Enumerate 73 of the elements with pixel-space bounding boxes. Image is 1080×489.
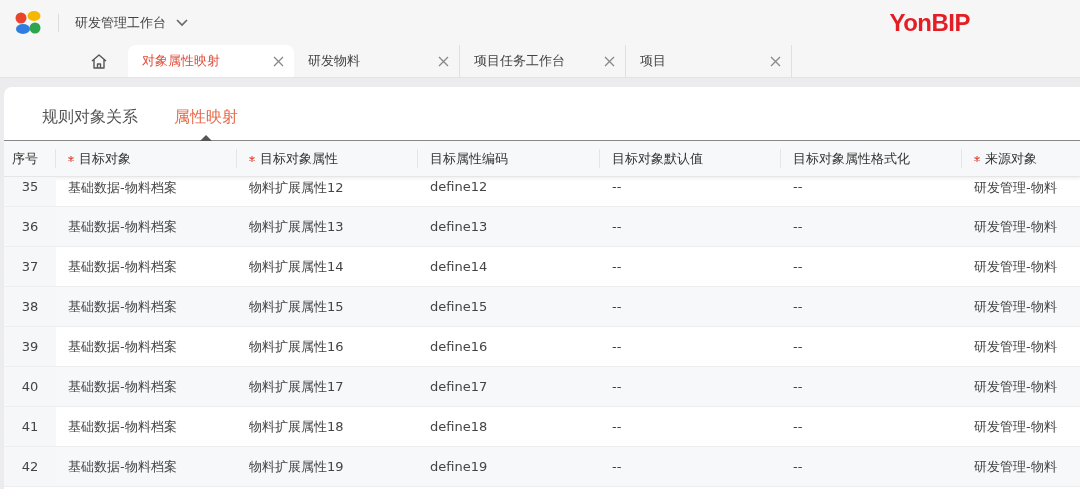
table-cell-text: 物料扩展属性18 <box>248 417 345 436</box>
column-header: 目标对象属性 <box>260 149 338 168</box>
table-cell-text: -- <box>611 258 623 276</box>
table-cell-text: -- <box>611 178 623 196</box>
table-cell-text: 物料扩展属性15 <box>248 297 345 316</box>
table-cell-text: 基础数据-物料档案 <box>67 457 178 476</box>
table-cell-text: 基础数据-物料档案 <box>67 179 178 197</box>
table-cell-text: -- <box>792 298 804 316</box>
table-cell-text: 研发管理-物料 <box>973 297 1058 316</box>
app-logo-icon[interactable] <box>14 9 42 36</box>
table-cell-text: define12 <box>429 178 489 196</box>
close-icon[interactable] <box>273 55 284 67</box>
home-icon <box>90 52 108 70</box>
page-tab[interactable]: 项目任务工作台 <box>460 45 626 77</box>
table-cell-text: -- <box>611 418 623 436</box>
table-cell-text: 基础数据-物料档案 <box>67 377 178 396</box>
table-cell-text: define17 <box>429 378 489 396</box>
table-cell-text: 研发管理-物料 <box>973 217 1058 236</box>
table-cell-text: 研发管理-物料 <box>973 337 1058 356</box>
table-cell-text: define16 <box>429 338 489 356</box>
table-cell-text: 研发管理-物料 <box>973 257 1058 276</box>
close-icon[interactable] <box>438 55 449 67</box>
table-cell-text: -- <box>792 218 804 236</box>
table-cell-text: define15 <box>429 298 489 316</box>
table-cell-text: 研发管理-物料 <box>973 377 1058 396</box>
table-cell-text: define13 <box>429 218 489 236</box>
table-cell-text: -- <box>611 378 623 396</box>
table-cell-text: 物料扩展属性12 <box>248 179 345 197</box>
column-header: 来源对象 <box>985 149 1037 168</box>
row-number: 35 <box>4 177 56 206</box>
table-cell-text: 物料扩展属性13 <box>248 217 345 236</box>
row-number: 39 <box>4 327 56 366</box>
table-cell-text: -- <box>611 218 623 236</box>
column-header: 目标对象属性格式化 <box>793 149 910 168</box>
table-cell-text: define18 <box>429 418 489 436</box>
page-tab[interactable]: 研发物料 <box>294 45 460 77</box>
brand-logo: YonBIP <box>889 8 970 37</box>
table-cell-text: 基础数据-物料档案 <box>67 257 178 276</box>
page-tab[interactable]: 对象属性映射 <box>128 45 294 77</box>
table-cell-text: define14 <box>429 258 489 276</box>
close-icon[interactable] <box>770 55 781 67</box>
table-cell-text: -- <box>611 298 623 316</box>
table-cell-text: define19 <box>429 458 489 476</box>
column-header: 目标对象默认值 <box>612 149 703 168</box>
column-header: 序号 <box>12 149 38 168</box>
table-cell-text: -- <box>611 458 623 476</box>
page-tab[interactable]: 项目 <box>626 45 792 77</box>
table-cell-text: 物料扩展属性17 <box>248 377 345 396</box>
workspace-title[interactable]: 研发管理工作台 <box>75 13 166 32</box>
table-cell-text: 基础数据-物料档案 <box>67 217 178 236</box>
table-cell-text: 物料扩展属性16 <box>248 337 345 356</box>
column-header: 目标属性编码 <box>430 149 508 168</box>
table-cell-text: 研发管理-物料 <box>973 417 1058 436</box>
table-cell-text: 物料扩展属性19 <box>248 457 345 476</box>
table-cell-text: 基础数据-物料档案 <box>67 417 178 436</box>
table-cell-text: -- <box>792 178 804 196</box>
row-number: 41 <box>4 407 56 446</box>
column-header: 目标对象 <box>79 149 131 168</box>
table-cell-text: 研发管理-物料 <box>973 179 1058 197</box>
table-cell-text: -- <box>792 338 804 356</box>
close-icon[interactable] <box>604 55 615 67</box>
table-cell-text: 基础数据-物料档案 <box>67 337 178 356</box>
table-cell-text: -- <box>792 378 804 396</box>
row-number: 37 <box>4 247 56 286</box>
table-cell-text: 物料扩展属性14 <box>248 257 345 276</box>
table-cell-text: -- <box>792 418 804 436</box>
table-cell-text: -- <box>792 258 804 276</box>
chevron-down-icon[interactable] <box>176 18 188 27</box>
table-cell-text: -- <box>611 338 623 356</box>
section-tab[interactable]: 规则对象关系 <box>42 107 138 140</box>
table-cell-text: 基础数据-物料档案 <box>67 297 178 316</box>
table-cell-text: 研发管理-物料 <box>973 457 1058 476</box>
table-cell-text: -- <box>792 458 804 476</box>
